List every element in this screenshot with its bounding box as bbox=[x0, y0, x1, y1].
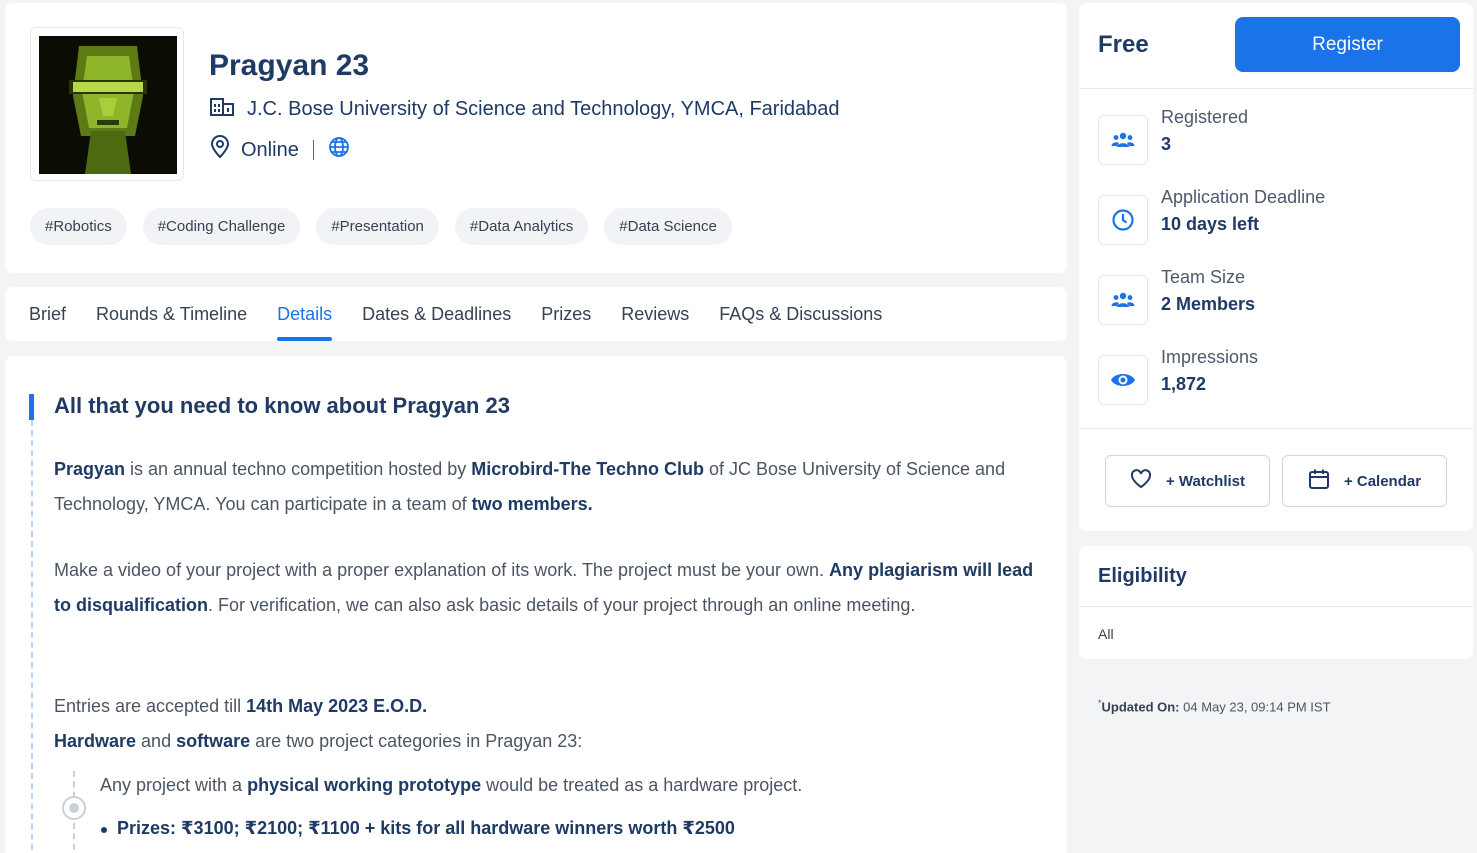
event-logo-image bbox=[39, 36, 177, 174]
tab-brief[interactable]: Brief bbox=[29, 287, 66, 341]
location-row: Online bbox=[209, 135, 350, 165]
details-paragraph-3: Entries are accepted till 14th May 2023 … bbox=[54, 696, 428, 716]
tag-data-analytics[interactable]: #Data Analytics bbox=[454, 208, 589, 245]
details-heading: All that you need to know about Pragyan … bbox=[54, 393, 510, 418]
tag-coding-challenge[interactable]: #Coding Challenge bbox=[142, 208, 301, 245]
divider bbox=[1079, 88, 1473, 89]
tab-reviews[interactable]: Reviews bbox=[621, 287, 689, 341]
stat-team-size: Team Size 2 Members bbox=[1098, 266, 1255, 325]
sidebar-card: Free Register Registered 3 Application D… bbox=[1079, 3, 1473, 531]
eligibility-value: All bbox=[1098, 626, 1114, 642]
calendar-icon bbox=[1308, 468, 1330, 494]
tab-details[interactable]: Details bbox=[277, 287, 333, 341]
tab-prizes[interactable]: Prizes bbox=[541, 287, 591, 341]
organization-row: J.C. Bose University of Science and Tech… bbox=[209, 95, 840, 123]
event-mode: Online bbox=[241, 138, 299, 161]
section-accent-bar bbox=[29, 394, 34, 420]
building-icon bbox=[209, 95, 235, 123]
stat-label: Impressions bbox=[1161, 347, 1259, 367]
details-paragraph-2: Make a video of your project with a prop… bbox=[54, 560, 1034, 615]
stat-value: 2 Members bbox=[1161, 294, 1256, 314]
tag-robotics[interactable]: #Robotics bbox=[30, 208, 127, 245]
divider bbox=[1079, 606, 1473, 607]
hardware-description: Any project with a physical working prot… bbox=[100, 775, 803, 795]
stat-label: Team Size bbox=[1161, 267, 1246, 287]
timeline-dot-icon bbox=[62, 796, 86, 820]
team-icon bbox=[1098, 275, 1148, 325]
stat-application-deadline: Application Deadline 10 days left bbox=[1098, 186, 1325, 245]
heart-icon bbox=[1130, 469, 1152, 493]
eye-icon bbox=[1098, 355, 1148, 405]
details-paragraph-4: Hardware and software are two project ca… bbox=[54, 731, 583, 751]
tab-rounds-timeline[interactable]: Rounds & Timeline bbox=[96, 287, 247, 341]
event-logo bbox=[30, 27, 184, 181]
tab-dates-deadlines[interactable]: Dates & Deadlines bbox=[362, 287, 511, 341]
watchlist-button[interactable]: + Watchlist bbox=[1105, 455, 1270, 507]
stat-impressions: Impressions 1,872 bbox=[1098, 346, 1258, 405]
section-dashed-line bbox=[31, 420, 33, 853]
stat-value: 10 days left bbox=[1161, 214, 1260, 234]
tag-list: #Robotics #Coding Challenge #Presentatio… bbox=[30, 208, 732, 245]
details-section: All that you need to know about Pragyan … bbox=[5, 356, 1067, 853]
tag-data-science[interactable]: #Data Science bbox=[604, 208, 732, 245]
divider bbox=[1079, 428, 1473, 429]
updated-on: *Updated On: 04 May 23, 09:14 PM IST bbox=[1098, 698, 1331, 715]
stat-label: Application Deadline bbox=[1161, 187, 1326, 207]
organization-name[interactable]: J.C. Bose University of Science and Tech… bbox=[247, 98, 840, 121]
hardware-prizes: Prizes: ₹3100; ₹2100; ₹1100 + kits for a… bbox=[101, 818, 735, 838]
divider bbox=[312, 140, 314, 160]
globe-icon[interactable] bbox=[328, 136, 350, 164]
users-icon bbox=[1098, 115, 1148, 165]
price-label: Free bbox=[1098, 31, 1149, 58]
tab-bar: Brief Rounds & Timeline Details Dates & … bbox=[5, 287, 1067, 341]
stat-value: 3 bbox=[1161, 134, 1172, 154]
stat-label: Registered bbox=[1161, 107, 1249, 127]
calendar-button[interactable]: + Calendar bbox=[1282, 455, 1447, 507]
event-header-card: Pragyan 23 J.C. Bose University of Scien… bbox=[5, 3, 1067, 273]
stat-registered: Registered 3 bbox=[1098, 106, 1248, 165]
stat-value: 1,872 bbox=[1161, 374, 1207, 394]
register-button[interactable]: Register bbox=[1235, 17, 1460, 72]
location-pin-icon bbox=[209, 135, 231, 165]
details-paragraph-1: Pragyan is an annual techno competition … bbox=[54, 459, 1006, 514]
tag-presentation[interactable]: #Presentation bbox=[316, 208, 439, 245]
event-title: Pragyan 23 bbox=[209, 49, 370, 82]
tab-faqs-discussions[interactable]: FAQs & Discussions bbox=[719, 287, 882, 341]
eligibility-card: Eligibility All bbox=[1079, 546, 1473, 659]
clock-icon bbox=[1098, 195, 1148, 245]
eligibility-title: Eligibility bbox=[1098, 565, 1187, 587]
